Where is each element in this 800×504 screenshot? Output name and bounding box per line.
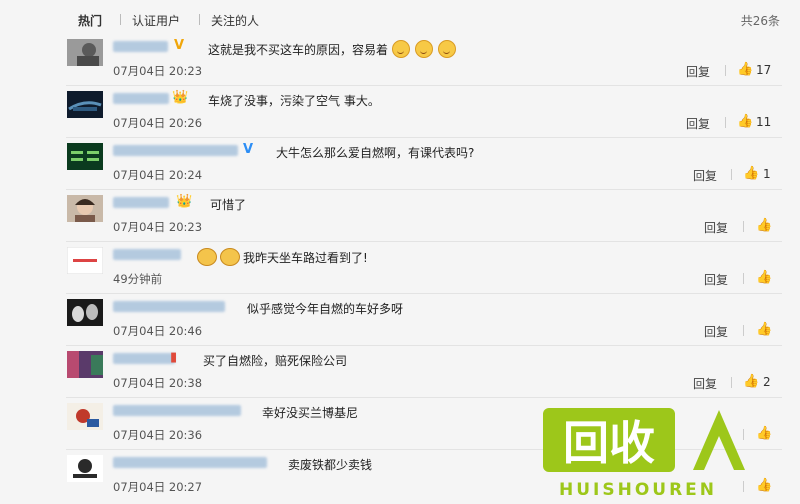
- comment-item: ▮ 买了自燃险，赔死保险公司 07月04日 20:38 回复 👍 2: [0, 346, 800, 398]
- like-count: 1: [763, 167, 771, 181]
- comment-time: 49分钟前: [113, 272, 163, 286]
- comment-text: 大牛怎么那么爱自燃啊，有课代表吗?: [276, 146, 475, 160]
- comment-item: 我昨天坐车路过看到了! 49分钟前 回复 👍: [0, 242, 800, 294]
- username-blurred[interactable]: [113, 93, 169, 104]
- avatar[interactable]: [67, 403, 103, 430]
- tab-divider: [199, 14, 200, 25]
- reply-button[interactable]: 回复: [693, 167, 717, 184]
- avatar[interactable]: [67, 91, 103, 118]
- reply-button[interactable]: 回复: [693, 375, 717, 392]
- emoji-laugh-cry-icon: [220, 248, 240, 266]
- comment-item: 👑 车烧了没事，污染了空气 事大。 07月04日 20:26 回复 👍 11: [0, 86, 800, 138]
- action-divider: [731, 169, 732, 180]
- comment-text: 买了自燃险，赔死保险公司: [203, 354, 348, 368]
- comment-item: 👑 可惜了 07月04日 20:23 回复 👍: [0, 190, 800, 242]
- action-divider: [725, 117, 726, 128]
- comment-item: 似乎感觉今年自燃的车好多呀 07月04日 20:46 回复 👍: [0, 294, 800, 346]
- username-blurred[interactable]: [113, 353, 175, 364]
- verified-badge-icon: V: [243, 142, 254, 157]
- action-divider: [743, 273, 744, 284]
- tab-following[interactable]: 关注的人: [211, 12, 259, 29]
- reply-button[interactable]: 回复: [686, 115, 710, 132]
- action-divider: [731, 377, 732, 388]
- comment-time: 07月04日 20:46: [113, 324, 203, 338]
- comment-tabs: 热门 认证用户 关注的人 共26条: [0, 0, 800, 36]
- like-thumb-icon[interactable]: 👍: [743, 374, 759, 389]
- avatar[interactable]: [67, 247, 103, 274]
- crown-badge-icon: 👑: [176, 194, 193, 209]
- comment-time: 07月04日 20:38: [113, 376, 203, 390]
- comment-text: 我昨天坐车路过看到了!: [197, 248, 368, 266]
- like-thumb-icon[interactable]: 👍: [743, 166, 759, 181]
- avatar[interactable]: [67, 143, 103, 170]
- comment-text: 这就是我不买这车的原因，容易着: [208, 40, 461, 58]
- reply-button[interactable]: 回复: [704, 219, 728, 236]
- action-divider: [743, 325, 744, 336]
- like-thumb-icon[interactable]: 👍: [756, 322, 772, 337]
- comment-text: 车烧了没事，污染了空气 事大。: [208, 94, 380, 108]
- avatar[interactable]: [67, 351, 103, 378]
- comment-item: V 大牛怎么那么爱自燃啊，有课代表吗? 07月04日 20:24 回复 👍 1: [0, 138, 800, 190]
- watermark-en-text: HUISHOUREN: [559, 480, 717, 500]
- avatar[interactable]: [67, 39, 103, 66]
- emoji-laugh-icon: [414, 40, 433, 58]
- avatar[interactable]: [67, 299, 103, 326]
- like-thumb-icon[interactable]: 👍: [737, 114, 753, 129]
- like-thumb-icon[interactable]: 👍: [737, 62, 753, 77]
- tab-verified-users[interactable]: 认证用户: [132, 12, 180, 29]
- username-blurred[interactable]: [113, 249, 181, 260]
- comment-time: 07月04日 20:24: [113, 168, 203, 182]
- username-blurred[interactable]: [113, 145, 238, 156]
- comment-time: 07月04日 20:36: [113, 428, 203, 442]
- reply-button[interactable]: 回复: [704, 323, 728, 340]
- avatar[interactable]: [67, 195, 103, 222]
- like-count: 2: [763, 375, 771, 389]
- like-count: 11: [756, 115, 772, 129]
- comment-time: 07月04日 20:27: [113, 480, 203, 494]
- username-blurred[interactable]: [113, 301, 225, 312]
- comment-time: 07月04日 20:23: [113, 64, 203, 78]
- comment-text: 可惜了: [210, 198, 247, 212]
- crown-badge-icon: 👑: [172, 90, 189, 105]
- comment-time: 07月04日 20:26: [113, 116, 203, 130]
- watermark-logo: 回收 HUISHOUREN: [543, 400, 793, 500]
- action-divider: [725, 65, 726, 76]
- tab-divider: [120, 14, 121, 25]
- action-divider: [743, 221, 744, 232]
- vip-badge-icon: V: [174, 38, 185, 53]
- emoji-laugh-icon: [391, 40, 410, 58]
- reply-button[interactable]: 回复: [704, 271, 728, 288]
- avatar[interactable]: [67, 455, 103, 482]
- username-blurred[interactable]: [113, 457, 267, 468]
- like-thumb-icon[interactable]: 👍: [756, 218, 772, 233]
- reply-button[interactable]: 回复: [686, 63, 710, 80]
- like-count: 17: [756, 63, 772, 77]
- emoji-laugh-icon: [437, 40, 456, 58]
- comment-text: 卖废铁都少卖钱: [288, 458, 373, 472]
- like-thumb-icon[interactable]: 👍: [756, 270, 772, 285]
- comment-text: 幸好没买兰博基尼: [262, 406, 359, 420]
- red-badge-icon: ▮: [170, 350, 178, 365]
- watermark-cn-text: 回收: [563, 416, 655, 470]
- username-blurred[interactable]: [113, 405, 241, 416]
- comment-item: V 这就是我不买这车的原因，容易着 07月04日 20:23 回复 👍 17: [0, 34, 800, 86]
- comment-total-count: 共26条: [740, 14, 780, 28]
- tab-hot[interactable]: 热门: [78, 12, 102, 29]
- username-blurred[interactable]: [113, 197, 169, 208]
- username-blurred[interactable]: [113, 41, 168, 52]
- emoji-laugh-cry-icon: [197, 248, 217, 266]
- comment-text: 似乎感觉今年自燃的车好多呀: [247, 302, 404, 316]
- comment-time: 07月04日 20:23: [113, 220, 203, 234]
